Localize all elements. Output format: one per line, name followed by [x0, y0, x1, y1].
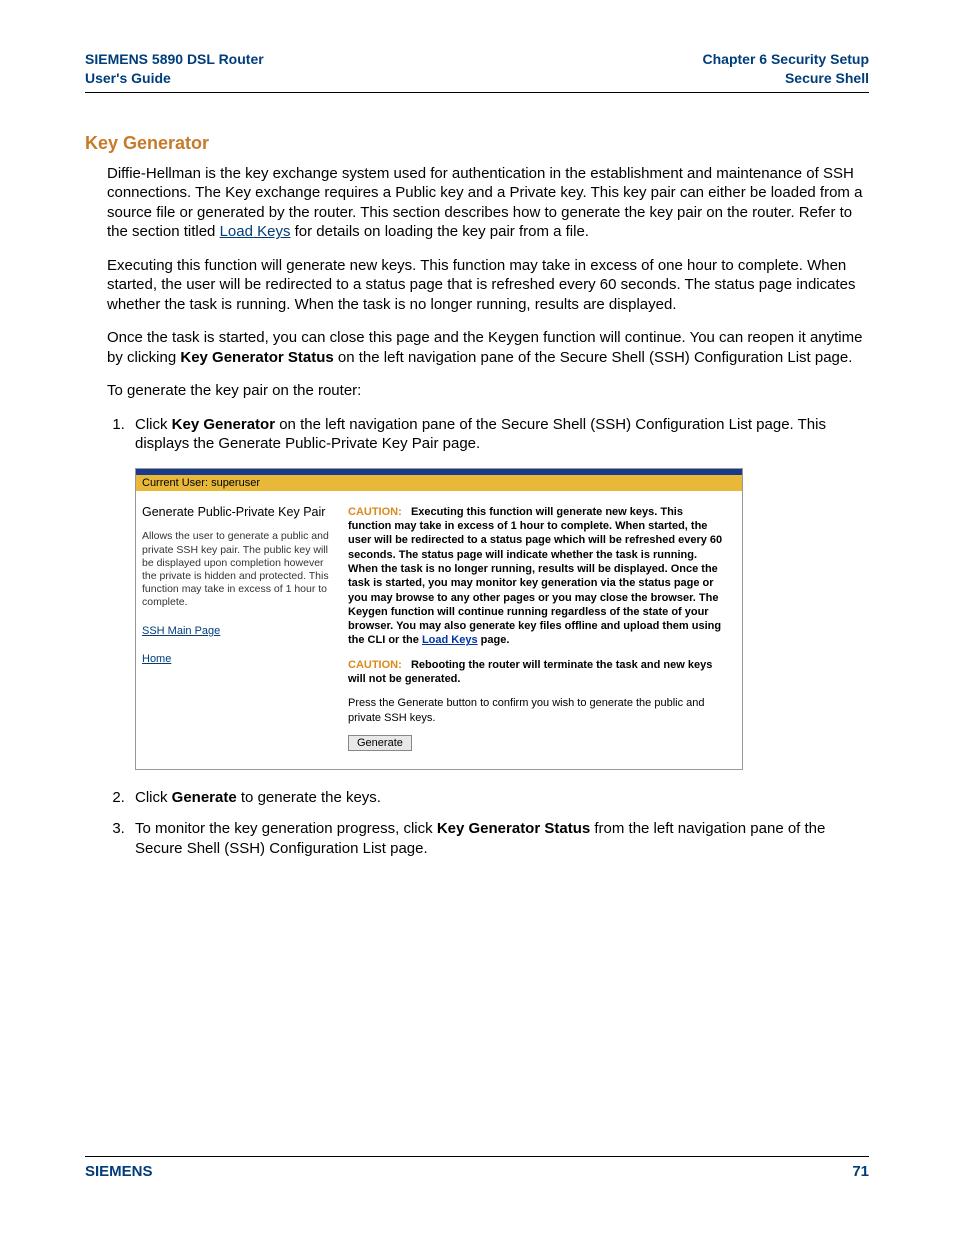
section-heading: Key Generator: [85, 133, 869, 154]
caution-block-1: CAUTION: Executing this function will ge…: [348, 505, 728, 648]
header-left: SIEMENS 5890 DSL Router User's Guide: [85, 50, 264, 88]
paragraph-2: Executing this function will generate ne…: [85, 256, 869, 315]
page-header: SIEMENS 5890 DSL Router User's Guide Cha…: [85, 50, 869, 93]
paragraph-1: Diffie-Hellman is the key exchange syste…: [85, 164, 869, 242]
press-generate-text: Press the Generate button to confirm you…: [348, 696, 728, 725]
caution-block-2: CAUTION: Rebooting the router will termi…: [348, 658, 728, 687]
home-link[interactable]: Home: [142, 653, 332, 667]
load-keys-link[interactable]: Load Keys: [220, 223, 291, 240]
ss-right-panel: CAUTION: Executing this function will ge…: [340, 491, 742, 769]
chapter-subtitle: Secure Shell: [785, 70, 869, 86]
current-user-bar: Current User: superuser: [136, 475, 742, 491]
step-2: Click Generate to generate the keys.: [129, 788, 869, 808]
embedded-screenshot: Current User: superuser Generate Public-…: [135, 468, 743, 770]
paragraph-3: Once the task is started, you can close …: [85, 328, 869, 367]
ssh-main-page-link[interactable]: SSH Main Page: [142, 625, 332, 639]
page-footer: SIEMENS 71: [85, 1156, 869, 1180]
ss-load-keys-link[interactable]: Load Keys: [422, 634, 478, 646]
doc-subtitle: User's Guide: [85, 70, 171, 86]
caution-label: CAUTION:: [348, 506, 402, 518]
ss-left-panel: Generate Public-Private Key Pair Allows …: [136, 491, 340, 769]
page-number: 71: [852, 1163, 869, 1180]
paragraph-4: To generate the key pair on the router:: [85, 381, 869, 401]
ss-panel-description: Allows the user to generate a public and…: [142, 530, 332, 609]
ss-panel-title: Generate Public-Private Key Pair: [142, 505, 332, 521]
step-list-cont: Click Generate to generate the keys. To …: [85, 788, 869, 859]
doc-title: SIEMENS 5890 DSL Router: [85, 51, 264, 67]
generate-button[interactable]: Generate: [348, 735, 412, 751]
header-right: Chapter 6 Security Setup Secure Shell: [703, 50, 870, 88]
chapter-title: Chapter 6 Security Setup: [703, 51, 870, 67]
footer-brand: SIEMENS: [85, 1163, 153, 1180]
step-list: Click Key Generator on the left navigati…: [85, 415, 869, 454]
step-3: To monitor the key generation progress, …: [129, 819, 869, 858]
step-1: Click Key Generator on the left navigati…: [129, 415, 869, 454]
caution-label-2: CAUTION:: [348, 659, 402, 671]
